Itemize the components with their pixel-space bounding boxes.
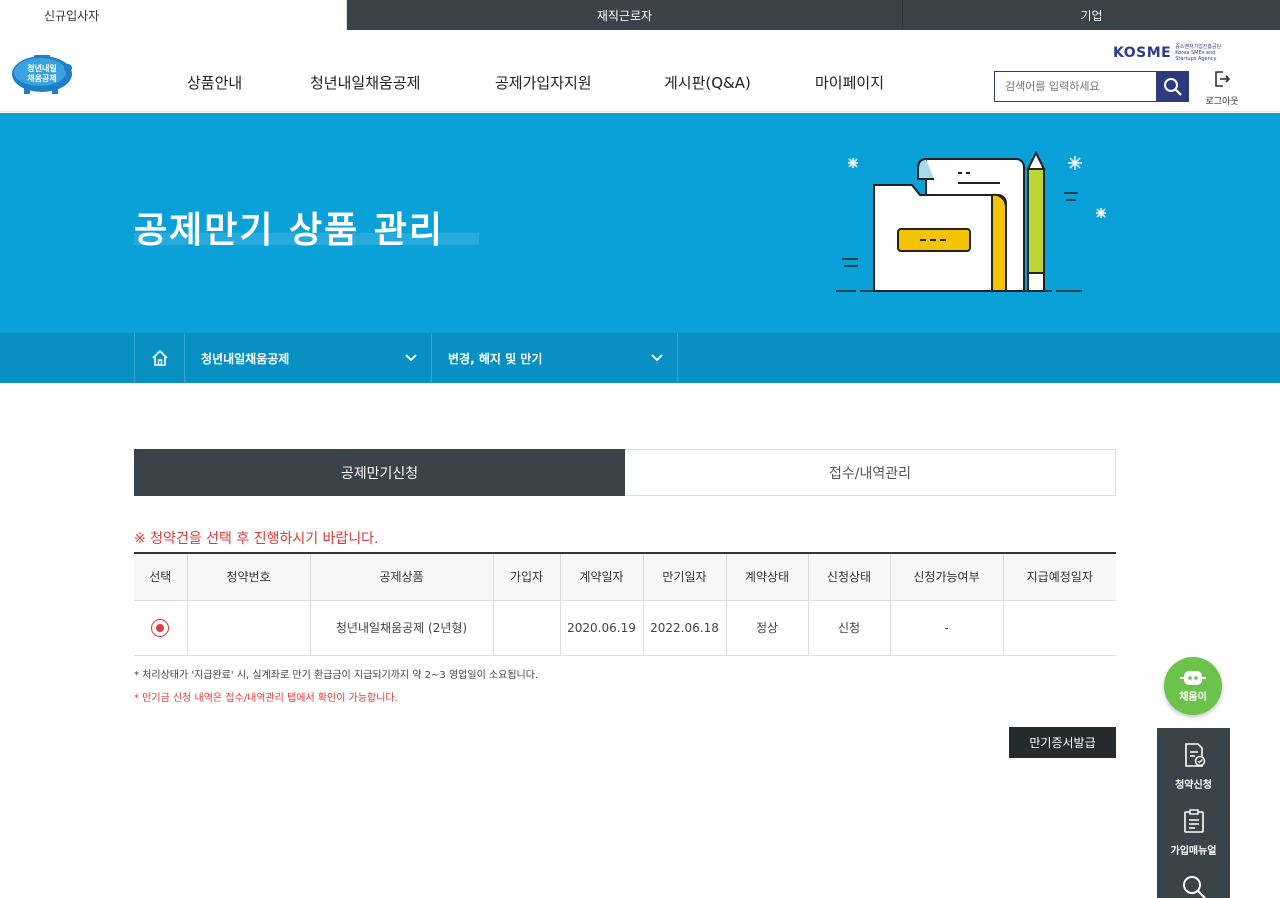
subscription-table: 선택 청약번호 공제상품 가입자 계약일자 만기일자 계약상태 신청상태 신청가… <box>134 552 1116 656</box>
tab-current-worker[interactable]: 재직근로자 <box>347 0 903 30</box>
col-maturity-date: 만기일자 <box>643 553 727 601</box>
quick-subscription-label: 청약신청 <box>1175 780 1212 791</box>
content-tabs: 공제만기신청 접수/내역관리 <box>134 449 1116 496</box>
kosme-logo[interactable]: KOSME 중소벤처기업진흥공단 Korea SMEs and Startups… <box>1113 44 1230 62</box>
nav-board-qa[interactable]: 게시판(Q&A) <box>664 72 751 93</box>
col-select: 선택 <box>134 553 188 601</box>
number-cell <box>187 600 311 656</box>
breadcrumb-level2-dropdown[interactable]: 변경, 해지 및 만기 <box>432 333 678 383</box>
nav-youth-fund[interactable]: 청년내일채움공제 <box>310 72 420 93</box>
breadcrumb: 청년내일채움공제 변경, 해지 및 만기 <box>0 333 1280 383</box>
clipboard-icon <box>1183 809 1204 833</box>
search-icon <box>1164 77 1182 96</box>
select-cell <box>134 600 188 656</box>
table-row: 청년내일채움공제 (2년형) 2020.06.19 2022.06.18 정상 … <box>134 600 1116 656</box>
quick-search[interactable] <box>1157 874 1230 898</box>
breadcrumb-level2-label: 변경, 해지 및 만기 <box>448 351 543 366</box>
maturity-certificate-button[interactable]: 만기증서발급 <box>1009 727 1116 758</box>
nav-member-support[interactable]: 공제가입자지원 <box>495 72 592 93</box>
pay-date-cell <box>1003 600 1116 656</box>
audience-tab-bar: 신규입사자 재직근로자 기업 <box>0 0 1280 30</box>
home-icon <box>151 349 168 366</box>
logout-button[interactable]: 로그아웃 <box>1200 70 1244 107</box>
chatbot-button[interactable]: 채움이 <box>1164 657 1222 715</box>
svg-text:청년내일: 청년내일 <box>27 63 56 73</box>
col-contract-date: 계약일자 <box>560 553 644 601</box>
search-icon <box>1182 876 1206 898</box>
table-header-row: 선택 청약번호 공제상품 가입자 계약일자 만기일자 계약상태 신청상태 신청가… <box>134 553 1116 601</box>
quick-manual-label: 가입매뉴얼 <box>1170 846 1217 857</box>
row-select-radio[interactable] <box>151 618 170 637</box>
col-subscriber: 가입자 <box>493 553 561 601</box>
contract-status-cell: 정상 <box>726 600 809 656</box>
page-banner: 공제만기 상품 관리 <box>0 113 1280 333</box>
site-header: 청년내일 채움공제 상품안내 청년내일채움공제 공제가입자지원 게시판(Q&A)… <box>0 30 1280 112</box>
subscriber-cell <box>493 600 561 656</box>
folder-document-illustration-icon <box>836 150 1106 292</box>
breadcrumb-level1-label: 청년내일채움공제 <box>201 351 290 366</box>
col-contract-status: 계약상태 <box>726 553 809 601</box>
selection-notice: ※ 청약건을 선택 후 진행하시기 바랍니다. <box>134 531 379 547</box>
search-button[interactable] <box>1157 71 1189 102</box>
contract-date-cell: 2020.06.19 <box>560 600 644 656</box>
quick-join-manual[interactable]: 가입매뉴얼 <box>1157 808 1230 857</box>
tab-maturity-apply[interactable]: 공제만기신청 <box>134 449 625 496</box>
search-input[interactable] <box>994 71 1157 102</box>
robot-icon <box>1180 671 1206 685</box>
chevron-down-icon <box>651 354 663 362</box>
chevron-down-icon <box>405 354 417 362</box>
col-product: 공제상품 <box>310 553 494 601</box>
quick-menu: 청약신청 가입매뉴얼 <box>1157 728 1230 898</box>
kosme-subtitle: 중소벤처기업진흥공단 Korea SMEs and Startups Agenc… <box>1175 44 1222 62</box>
col-number: 청약번호 <box>187 553 311 601</box>
tab-company[interactable]: 기업 <box>903 0 1280 30</box>
apply-status-cell: 신청 <box>808 600 891 656</box>
quick-subscription-apply[interactable]: 청약신청 <box>1157 742 1230 791</box>
home-button[interactable] <box>134 333 185 383</box>
col-apply-status: 신청상태 <box>808 553 891 601</box>
piggy-bank-logo-icon: 청년내일 채움공제 <box>12 55 72 94</box>
svg-text:채움공제: 채움공제 <box>27 73 56 83</box>
site-logo[interactable]: 청년내일 채움공제 <box>10 50 76 94</box>
nav-mypage[interactable]: 마이페이지 <box>815 72 884 93</box>
tab-new-employee[interactable]: 신규입사자 <box>0 0 347 30</box>
document-check-icon <box>1184 743 1205 767</box>
col-available: 신청가능여부 <box>890 553 1004 601</box>
logout-label: 로그아웃 <box>1205 97 1239 107</box>
kosme-name: KOSME <box>1113 45 1172 61</box>
tab-receipt-history[interactable]: 접수/내역관리 <box>625 449 1116 496</box>
processing-note: * 처리상태가 '지급완료' 시, 실계좌로 만기 환급금이 지급되기까지 약 … <box>134 670 539 681</box>
breadcrumb-level1-dropdown[interactable]: 청년내일채움공제 <box>185 333 432 383</box>
chatbot-label: 채움이 <box>1179 692 1207 703</box>
maturity-date-cell: 2022.06.18 <box>643 600 727 656</box>
history-note: * 만기금 신청 내역은 접수/내역관리 탭에서 확인이 가능합니다. <box>134 693 398 704</box>
col-pay-date: 지급예정일자 <box>1003 553 1116 601</box>
product-cell: 청년내일채움공제 (2년형) <box>310 600 494 656</box>
logout-icon <box>1215 71 1231 87</box>
page-title: 공제만기 상품 관리 <box>134 210 445 251</box>
available-cell: - <box>890 600 1004 656</box>
nav-product-info[interactable]: 상품안내 <box>187 72 242 93</box>
